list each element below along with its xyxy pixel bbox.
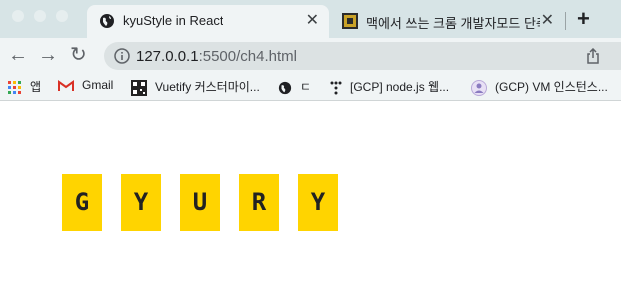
url-host: 127.0.0.1 (136, 48, 199, 65)
bookmark-apps[interactable]: 앱 (8, 78, 41, 95)
bookmark-label: Vuetify 커스터마이... (155, 80, 260, 94)
tab-title: 맥에서 쓰는 크롬 개발자모드 단축키 (366, 16, 540, 31)
letter-box-y2: Y (298, 174, 338, 231)
tab-title: kyuStyle in React (123, 13, 224, 28)
bookmark-label: (GCP) VM 인스턴스... (495, 80, 608, 94)
new-tab-button[interactable]: + (577, 6, 590, 32)
page-content: G Y U R Y (0, 101, 621, 303)
tab-kyustyle[interactable]: kyuStyle in React ✕ (87, 5, 329, 38)
letter-box-g: G (62, 174, 102, 231)
forward-arrow-icon[interactable]: → (38, 43, 58, 67)
tab-close-icon[interactable]: ✕ (306, 11, 319, 31)
url-path: :5500/ch4.html (198, 48, 297, 65)
tab-close-icon[interactable]: ✕ (541, 11, 554, 31)
avatar-icon (471, 79, 487, 96)
bookmarks-bar: 앱 Gmail Vuetify 커스터마이... ㄷ [GCP] node.js… (0, 72, 621, 101)
bookmark-d[interactable]: ㄷ (278, 78, 311, 95)
letter-box-u: U (180, 174, 220, 231)
qr-icon (131, 79, 147, 96)
apps-grid-icon (8, 80, 21, 94)
bookmark-label: [GCP] node.js 웹... (350, 80, 450, 94)
globe-icon (100, 14, 114, 28)
bookmark-gcp-vm[interactable]: (GCP) VM 인스턴스... (471, 78, 608, 96)
gmail-icon (58, 79, 74, 91)
window-close-button[interactable] (12, 10, 24, 22)
address-bar[interactable]: 127.0.0.1:5500/ch4.html (104, 42, 621, 70)
tab-separator (565, 12, 566, 30)
letter-box-y: Y (121, 174, 161, 231)
bookmark-gcp-node[interactable]: [GCP] node.js 웹... (330, 78, 449, 95)
bookmark-label: 앱 (30, 80, 42, 94)
share-icon[interactable] (586, 48, 600, 64)
back-arrow-icon[interactable]: ← (8, 43, 28, 67)
window-maximize-button[interactable] (56, 10, 68, 22)
tab-strip: kyuStyle in React ✕ 맥에서 쓰는 크롬 개발자모드 단축키 … (0, 0, 621, 38)
bookmark-label: Gmail (82, 78, 114, 92)
site-favicon-icon (342, 13, 358, 29)
bookmark-gmail[interactable]: Gmail (58, 78, 113, 92)
reload-icon[interactable]: ↻ (70, 43, 87, 67)
bookmark-vuetify[interactable]: Vuetify 커스터마이... (131, 78, 260, 96)
window-minimize-button[interactable] (34, 10, 46, 22)
url-text: 127.0.0.1:5500/ch4.html (136, 48, 297, 65)
letter-box-r: R (239, 174, 279, 231)
bookmark-label: ㄷ (300, 80, 312, 94)
tab-shortcuts[interactable]: 맥에서 쓰는 크롬 개발자모드 단축키 ✕ (330, 5, 564, 38)
dots-icon (330, 81, 342, 95)
globe-icon (278, 81, 292, 94)
browser-toolbar: ← → ↻ 127.0.0.1:5500/ch4.html (0, 38, 621, 72)
info-icon[interactable] (114, 48, 130, 64)
